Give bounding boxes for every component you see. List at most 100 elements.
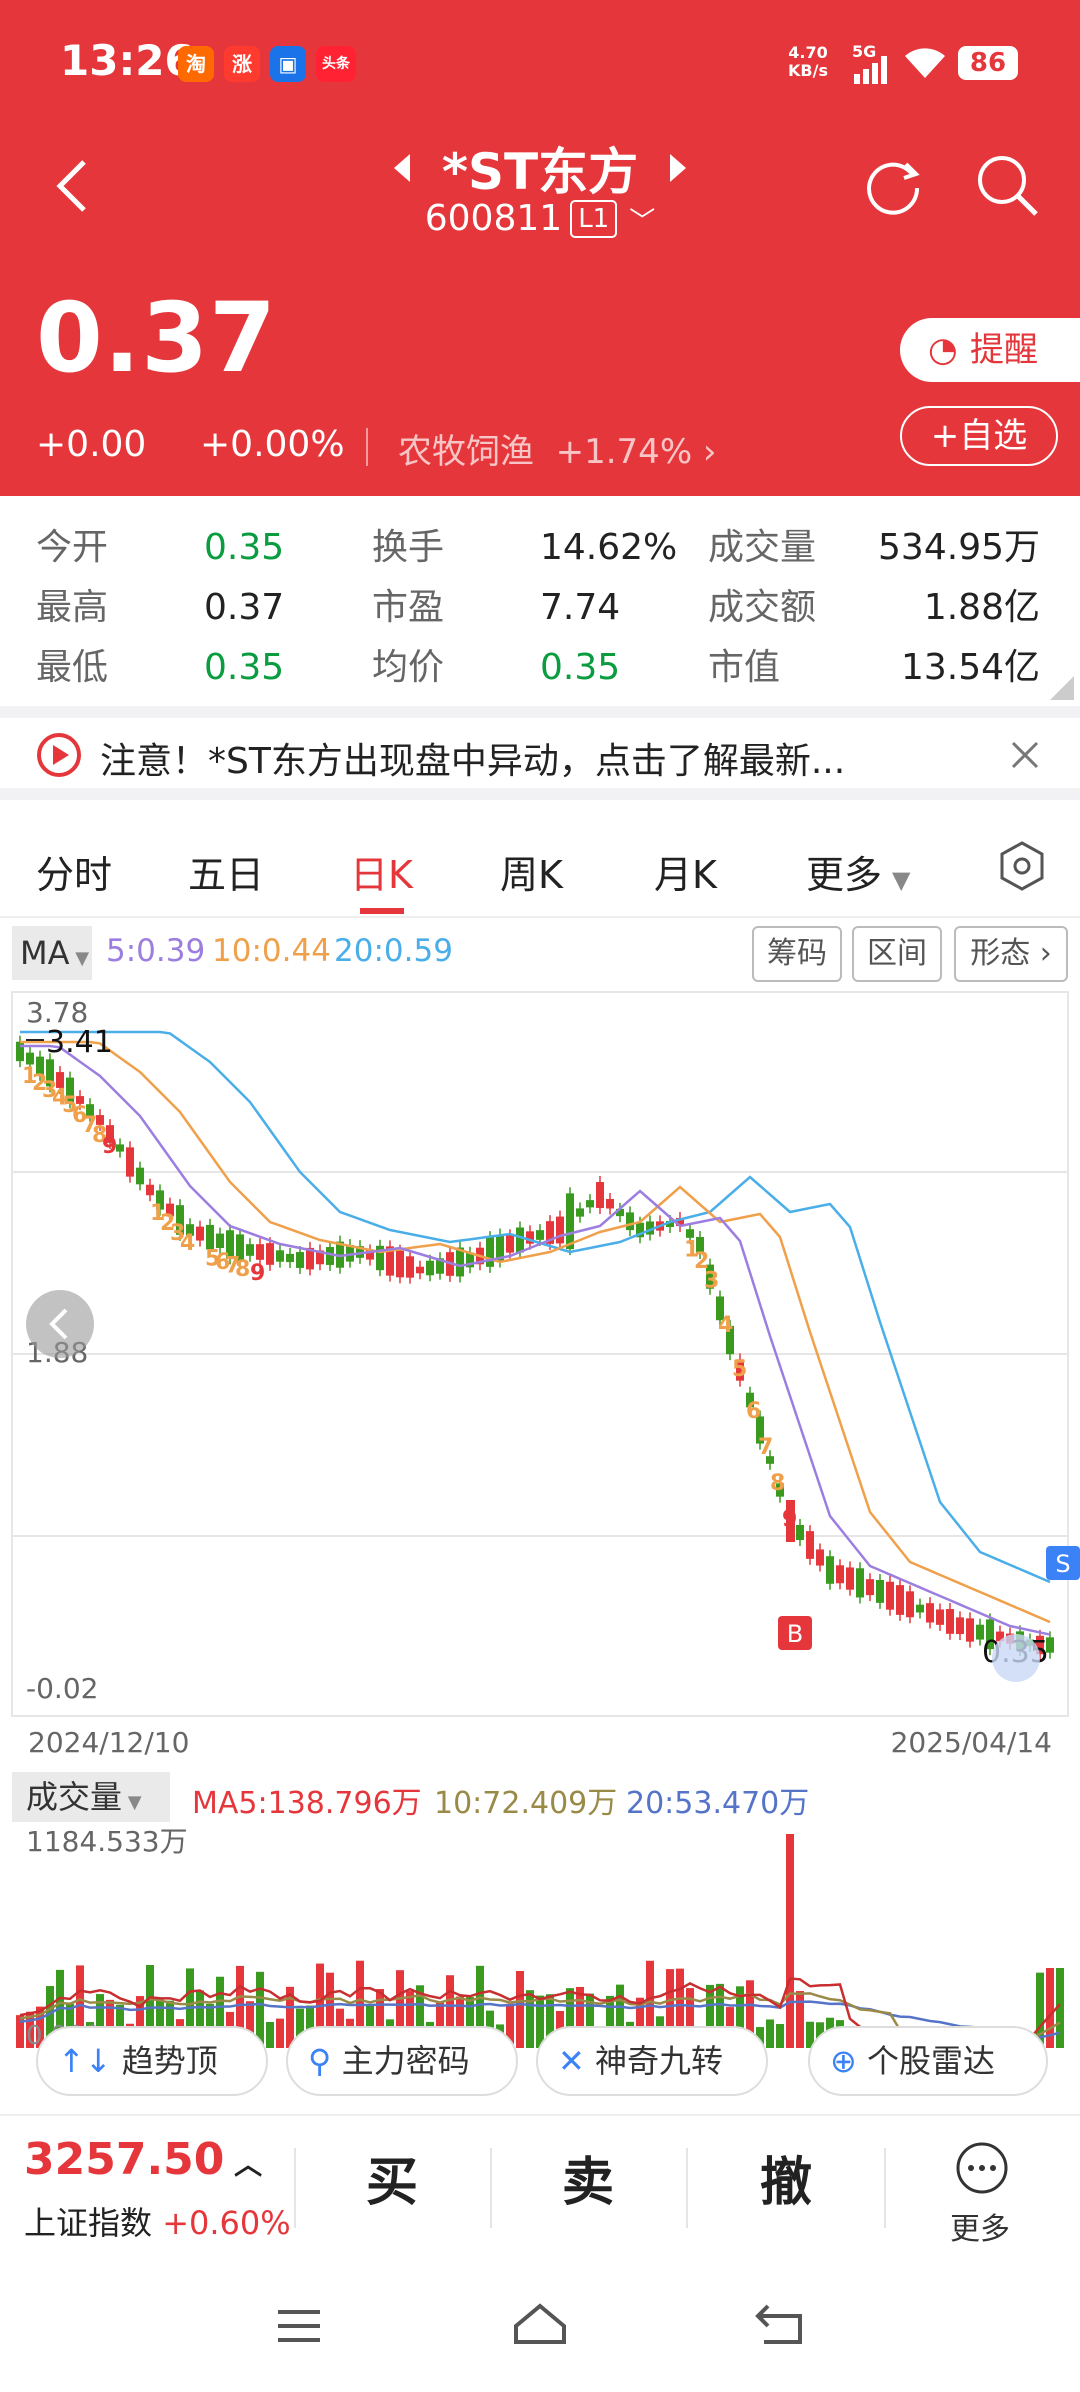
net-speed: 4.70 KB/s <box>788 43 828 80</box>
divider <box>884 2148 886 2228</box>
close-icon[interactable] <box>1010 740 1040 770</box>
volume-bar <box>786 1834 794 2048</box>
more-label[interactable]: 更多 <box>950 2204 1010 2248</box>
open-value: 0.35 <box>204 527 285 568</box>
level-badge: L1 <box>570 200 618 238</box>
main-force-chip[interactable]: ⚲ 主力密码 <box>286 2026 518 2096</box>
settings-icon[interactable] <box>998 840 1046 892</box>
bell-icon: ◔ <box>928 330 958 370</box>
stats-col-1: 今开 最高 最低 <box>36 527 109 688</box>
avg-value: 0.35 <box>540 647 621 688</box>
volume-bar <box>516 1970 524 2048</box>
ma-selector[interactable]: MA ▼ <box>12 926 92 980</box>
volume-chart[interactable]: 0.000 <box>0 1826 1080 2052</box>
market-cap-value: 13.54亿 <box>900 647 1040 688</box>
sell-signal-label: S <box>1055 1550 1070 1578</box>
stock-header: 13:26 淘 涨 ▣ 头条 4.70 KB/s 5G 86 *ST东方 6008… <box>0 0 1080 496</box>
wifi-icon <box>905 48 945 78</box>
vol-ma20: 20:53.470万 <box>626 1786 810 1821</box>
battery-icon: 86 <box>958 46 1018 80</box>
volume-bar <box>276 2018 284 2048</box>
tab-divider <box>0 916 1080 918</box>
volume-bar <box>526 1990 534 2048</box>
expand-corner-icon[interactable] <box>1050 676 1074 700</box>
date-start: 2024/12/10 <box>28 1726 190 1759</box>
index-info[interactable]: 上证指数 +0.60% <box>24 2198 291 2244</box>
chat-app-icon: ▣ <box>270 46 306 82</box>
range-button[interactable]: 区间 <box>852 926 942 982</box>
volume-bar <box>776 2024 784 2048</box>
volume-selector[interactable]: 成交量 ▼ <box>12 1772 170 1822</box>
zhang-app-icon: 涨 <box>224 46 260 82</box>
radar-chip[interactable]: ⊕ 个股雷达 <box>808 2026 1048 2096</box>
refresh-icon[interactable] <box>862 154 924 216</box>
nine-turn-count: 8 <box>235 1257 250 1282</box>
vol-ma10: 10:72.409万 <box>434 1786 618 1821</box>
index-value[interactable]: 3257.50 ︿ <box>24 2134 262 2185</box>
pattern-button[interactable]: 形态 › <box>954 926 1068 982</box>
nine-turn-count: 8 <box>770 1471 785 1496</box>
ma5-value: 5:0.39 <box>106 933 206 969</box>
y-axis-bottom: -0.02 <box>26 1672 98 1705</box>
sell-button[interactable]: 卖 <box>562 2140 614 2215</box>
status-time: 13:26 <box>60 36 194 85</box>
scroll-left-button[interactable] <box>26 1290 94 1358</box>
system-nav-bar <box>0 2262 1080 2392</box>
current-point-marker <box>992 1634 1040 1682</box>
price-change-pct: +0.00% <box>200 424 345 465</box>
stats-col-2: 换手 市盈 均价 <box>372 527 445 688</box>
more-icon[interactable] <box>954 2140 1010 2196</box>
vol-ma5: MA5:138.796万 <box>192 1786 422 1821</box>
stats-col-2-values: 14.62% 7.74 0.35 <box>540 518 677 698</box>
nine-turn-count: 9 <box>102 1134 117 1159</box>
stats-col-3-values: 534.95万 1.88亿 13.54亿 <box>878 518 1040 698</box>
amount-value: 1.88亿 <box>923 587 1040 628</box>
stats-col-3: 成交量 成交额 市值 <box>708 527 817 688</box>
ma20-value: 20:0.59 <box>334 933 453 969</box>
trend-chip[interactable]: ↑↓ 趋势顶底 <box>36 2026 268 2096</box>
nine-turn-count: 7 <box>758 1435 773 1460</box>
search-icon[interactable] <box>974 152 1040 218</box>
pe-value: 7.74 <box>540 587 621 628</box>
tab-more[interactable]: 更多 ▼ <box>806 844 910 899</box>
alert-button[interactable]: ◔ 提醒 <box>900 318 1080 382</box>
cancel-order-button[interactable]: 撤 <box>760 2140 812 2215</box>
tab-month-k[interactable]: 月K <box>654 844 717 899</box>
chips-button[interactable]: 筹码 <box>752 926 842 982</box>
tab-five-day[interactable]: 五日 <box>188 844 264 899</box>
kline-chart[interactable]: 123456789123456789123456789 3.78 1.88 -0… <box>0 990 1080 1720</box>
volume-bar <box>766 2019 774 2048</box>
tab-week-k[interactable]: 周K <box>500 844 563 899</box>
magic-nine-chip[interactable]: ✕ 神奇九转 <box>536 2026 768 2096</box>
play-icon <box>37 733 81 777</box>
divider <box>294 2148 296 2228</box>
tab-day-k[interactable]: 日K <box>350 844 413 899</box>
signal-bars-icon <box>854 56 887 84</box>
buy-button[interactable]: 买 <box>366 2140 418 2215</box>
high-value: 0.37 <box>204 587 285 628</box>
ma10-value: 10:0.44 <box>212 933 331 969</box>
menu-icon[interactable] <box>274 2306 324 2346</box>
home-icon[interactable] <box>510 2300 570 2348</box>
toutiao-app-icon: 头条 <box>316 46 356 82</box>
back-nav-icon[interactable] <box>754 2302 806 2346</box>
current-price: 0.37 <box>36 282 277 394</box>
divider <box>366 428 368 466</box>
tab-indicator <box>360 908 404 914</box>
date-end: 2025/04/14 <box>890 1726 1052 1759</box>
sector-link[interactable]: 农牧饲渔 +1.74% › <box>398 424 717 473</box>
tab-timeshare[interactable]: 分时 <box>36 844 112 899</box>
notice-bar[interactable]: 注意！*ST东方出现盘中异动，点击了解最新... <box>0 706 1080 800</box>
nine-turn-count: 4 <box>718 1313 733 1338</box>
high-marker: 3.41 <box>46 1025 113 1060</box>
taobao-app-icon: 淘 <box>178 46 214 82</box>
nine-turn-count: 3 <box>704 1269 719 1294</box>
volume-bar <box>266 2021 274 2048</box>
divider <box>490 2148 492 2228</box>
nine-turn-count: 9 <box>250 1261 265 1286</box>
notice-text: 注意！*ST东方出现盘中异动，点击了解最新... <box>100 741 846 782</box>
stats-col-1-values: 0.35 0.37 0.35 <box>204 518 284 698</box>
add-watchlist-button[interactable]: +自选 <box>900 406 1058 466</box>
nine-turn-count: 5 <box>732 1357 747 1382</box>
nine-turn-count: 6 <box>746 1399 761 1424</box>
